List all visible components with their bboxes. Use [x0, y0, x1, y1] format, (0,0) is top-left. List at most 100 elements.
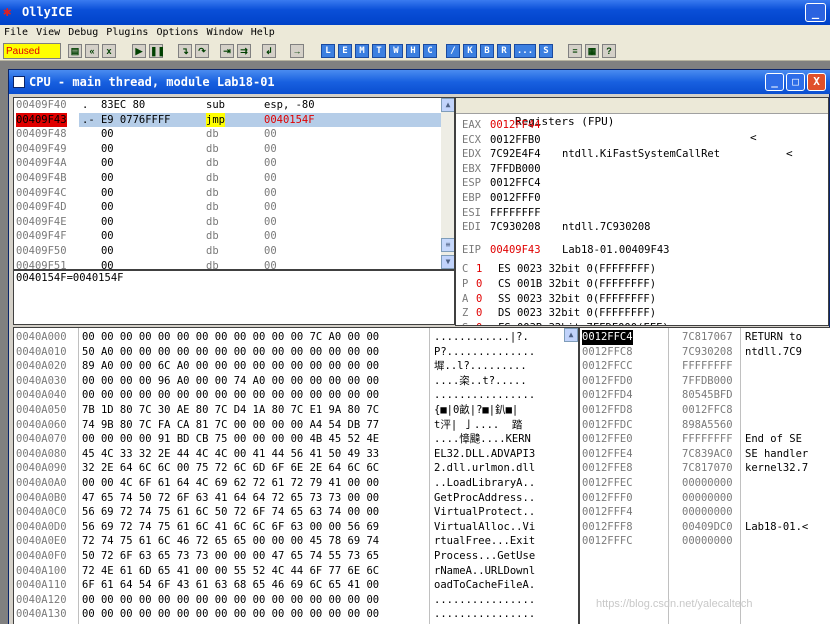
toolbar: Paused ▤ « x ▶ ❚❚ ↴ ↷ ⇥ ⇉ ↲ → L E M T W … — [0, 41, 830, 61]
dump-address: 0040A0C0 — [16, 506, 67, 519]
scroll-up-icon[interactable]: ▲ — [564, 328, 578, 342]
call-stack-button[interactable]: K — [463, 44, 477, 58]
scroll-thumb[interactable]: ≡ — [441, 238, 454, 252]
menu-debug[interactable]: Debug — [64, 25, 102, 41]
dump-row: 0040A080 45 4C 33 32 2E 44 4C 4C 00 41 44… — [14, 447, 574, 462]
handles-button[interactable]: H — [406, 44, 420, 58]
patches-button[interactable]: / — [446, 44, 460, 58]
dump-row: 0040A100 72 4E 61 6D 65 41 00 00 55 52 4C… — [14, 564, 574, 579]
stack-address: 0012FFE4 — [582, 447, 633, 460]
stack-row[interactable]: 0012FFC4 7C817067 RETURN to — [580, 330, 830, 345]
cpu-button[interactable]: C — [423, 44, 437, 58]
memory-button[interactable]: M — [355, 44, 369, 58]
trace-over-icon[interactable]: ⇉ — [237, 44, 251, 58]
breakpoints-button[interactable]: B — [480, 44, 494, 58]
disasm-row[interactable]: 00409F51 00 db 00 — [14, 259, 442, 270]
disasm-row[interactable]: 00409F4E 00 db 00 — [14, 215, 442, 230]
registers-header[interactable]: Registers (FPU) < < — [456, 98, 828, 160]
menu-window[interactable]: Window — [203, 25, 247, 41]
hex-cell: 00 — [82, 259, 114, 270]
help-icon[interactable]: ? — [602, 44, 616, 58]
step-over-icon[interactable]: ↷ — [195, 44, 209, 58]
scroll-up-icon[interactable]: ▲ — [441, 98, 454, 112]
stack-row[interactable]: 0012FFE0 FFFFFFFF End of SE — [580, 432, 830, 447]
restart-icon[interactable]: « — [85, 44, 99, 58]
register-value: 0012FFB0 — [490, 133, 541, 146]
stack-row[interactable]: 0012FFD0 7FFDB000 — [580, 374, 830, 389]
disasm-row[interactable]: 00409F4F 00 db 00 — [14, 229, 442, 244]
windows-button[interactable]: W — [389, 44, 403, 58]
dump-scrollbar[interactable]: ▲ — [564, 328, 578, 624]
goto-icon[interactable]: → — [290, 44, 304, 58]
stack-row[interactable]: 0012FFF4 00000000 — [580, 505, 830, 520]
stack-row[interactable]: 0012FFCC FFFFFFFF — [580, 359, 830, 374]
disasm-row[interactable]: 00409F49 00 db 00 — [14, 142, 442, 157]
registers-pane[interactable]: Registers (FPU) < < EAX 0012FF44 ECX 0012FF… — [455, 97, 829, 326]
stack-row[interactable]: 0012FFC8 7C930208 ntdll.7C9 — [580, 345, 830, 360]
dump-row: 0040A130 00 00 00 00 00 00 00 00 00 00 00… — [14, 607, 574, 622]
stack-pane[interactable]: 0012FFC4 7C817067 RETURN to 0012FFC8 7C93020… — [579, 327, 830, 624]
stack-comment: ntdll.7C9 — [745, 345, 802, 358]
disasm-row[interactable]: 00409F50 00 db 00 — [14, 244, 442, 259]
menu-options[interactable]: Options — [152, 25, 202, 41]
disasm-scrollbar[interactable]: ▲ ≡ ▼ — [441, 98, 454, 269]
scroll-down-icon[interactable]: ▼ — [441, 255, 454, 269]
stack-row[interactable]: 0012FFD8 0012FFC8 — [580, 403, 830, 418]
run-trace-button[interactable]: ... — [514, 44, 536, 58]
step-into-icon[interactable]: ↴ — [178, 44, 192, 58]
address-cell: 00409F4E — [16, 215, 67, 228]
references-button[interactable]: R — [497, 44, 511, 58]
disasm-row[interactable]: 00409F4C 00 db 00 — [14, 186, 442, 201]
list-icon[interactable]: ≡ — [568, 44, 582, 58]
stack-row[interactable]: 0012FFDC 898A5560 — [580, 418, 830, 433]
disasm-row[interactable]: 00409F4B 00 db 00 — [14, 171, 442, 186]
disasm-row[interactable]: 00409F48 00 db 00 — [14, 127, 442, 142]
prev-view-icon[interactable]: < — [750, 130, 757, 146]
dump-hex: 32 2E 64 6C 6C 00 75 72 6C 6D 6F 6E 2E 6… — [82, 462, 380, 475]
log-window-button[interactable]: L — [321, 44, 335, 58]
run-icon[interactable]: ▶ — [132, 44, 146, 58]
disasm-row[interactable]: 00409F40 . 83EC 80 sub esp, -80 — [14, 98, 442, 113]
menu-view[interactable]: View — [32, 25, 64, 41]
mnemonic-cell: db — [206, 186, 219, 199]
stack-row[interactable]: 0012FFE4 7C839AC0 SE handler — [580, 447, 830, 462]
segment-info: SS 0023 32bit 0(FFFFFFFF) — [498, 292, 657, 305]
stack-row[interactable]: 0012FFFC 00000000 — [580, 534, 830, 549]
close-icon[interactable]: x — [102, 44, 116, 58]
operand-cell: esp, -80 — [264, 99, 315, 111]
threads-button[interactable]: T — [372, 44, 386, 58]
grid-icon[interactable]: ▦ — [585, 44, 599, 58]
stack-divider — [740, 328, 741, 624]
stack-row[interactable]: 0012FFEC 00000000 — [580, 476, 830, 491]
memory-dump-pane[interactable]: 0040A000 00 00 00 00 00 00 00 00 00 00 00… — [13, 327, 579, 624]
disasm-row[interactable]: 00409F43 .- E9 0776FFFF jmp 0040154F — [14, 112, 442, 128]
cpu-close-button[interactable]: X — [807, 73, 826, 91]
dump-row: 0040A070 00 00 00 00 91 BD CB 75 00 00 00… — [14, 432, 574, 447]
stack-row[interactable]: 0012FFD4 80545BFD — [580, 388, 830, 403]
execute-till-return-icon[interactable]: ↲ — [262, 44, 276, 58]
stack-row[interactable]: 0012FFF0 00000000 — [580, 491, 830, 506]
disasm-row[interactable]: 00409F4A 00 db 00 — [14, 156, 442, 171]
register-comment: ntdll.7C930208 — [562, 221, 651, 234]
flag-name: A — [462, 292, 469, 305]
stack-row[interactable]: 0012FFE8 7C817070 kernel32.7 — [580, 461, 830, 476]
modules-button[interactable]: E — [338, 44, 352, 58]
menu-plugins[interactable]: Plugins — [102, 25, 152, 41]
register-name: EAX — [462, 119, 481, 131]
stack-row[interactable]: 0012FFF8 00409DC0 Lab18-01.< — [580, 520, 830, 535]
cpu-minimize-button[interactable]: _ — [765, 73, 784, 91]
menu-file[interactable]: File — [0, 25, 32, 41]
address-cell: 00409F4B — [16, 172, 67, 184]
menu-help[interactable]: Help — [247, 25, 279, 41]
open-icon[interactable]: ▤ — [68, 44, 82, 58]
stack-address: 0012FFDC — [582, 418, 633, 431]
next-view-icon[interactable]: < — [786, 146, 793, 162]
trace-into-icon[interactable]: ⇥ — [220, 44, 234, 58]
disasm-row[interactable]: 00409F4D 00 db 00 — [14, 200, 442, 215]
minimize-button[interactable]: _ — [805, 3, 826, 22]
source-button[interactable]: S — [539, 44, 553, 58]
disassembly-pane[interactable]: 00409F40 . 83EC 80 sub esp, -80 00409F43 .- E… — [13, 97, 455, 270]
cpu-maximize-button[interactable]: □ — [786, 73, 805, 91]
pause-icon[interactable]: ❚❚ — [149, 44, 165, 58]
segment-info: CS 001B 32bit 0(FFFFFFFF) — [498, 278, 657, 290]
